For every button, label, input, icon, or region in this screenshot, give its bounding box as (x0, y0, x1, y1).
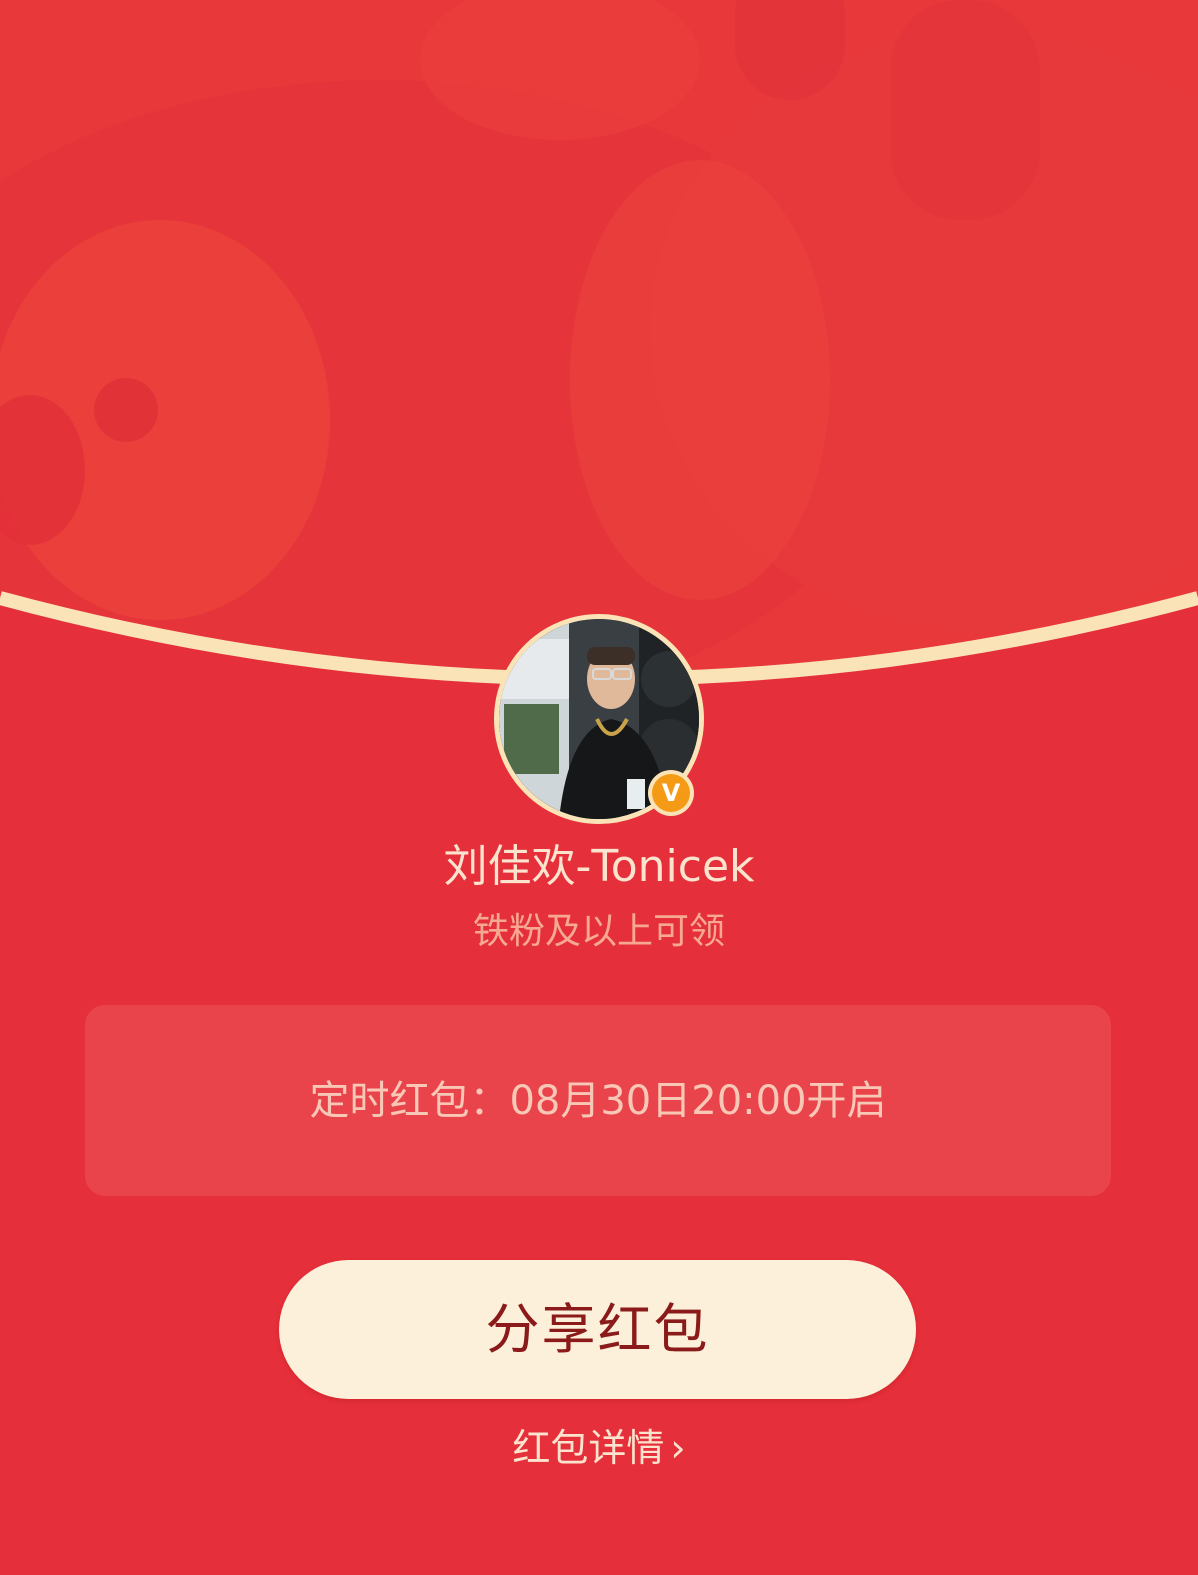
share-button-label: 分享红包 (485, 1297, 710, 1361)
sender-name: 刘佳欢-Tonicek (443, 841, 755, 892)
red-packet-page: V 刘佳欢-Tonicek 铁粉及以上可领 定时红包：08月30日20:00开启… (0, 0, 1198, 1575)
red-packet-cover-background (0, 0, 1198, 686)
sender-avatar-container[interactable]: V (494, 614, 704, 824)
chevron-right-icon: › (670, 1426, 686, 1470)
details-link-label: 红包详情 (512, 1426, 665, 1470)
red-packet-details-link[interactable]: 红包详情 › (0, 1420, 1198, 1476)
verified-badge: V (648, 770, 694, 816)
schedule-text: 定时红包：08月30日20:00开启 (309, 1077, 887, 1124)
share-red-packet-button[interactable]: 分享红包 (279, 1260, 916, 1399)
scheduled-open-notice: 定时红包：08月30日20:00开启 (85, 1005, 1111, 1196)
eligibility-note: 铁粉及以上可领 (472, 911, 725, 952)
verified-v-icon: V (652, 774, 690, 812)
